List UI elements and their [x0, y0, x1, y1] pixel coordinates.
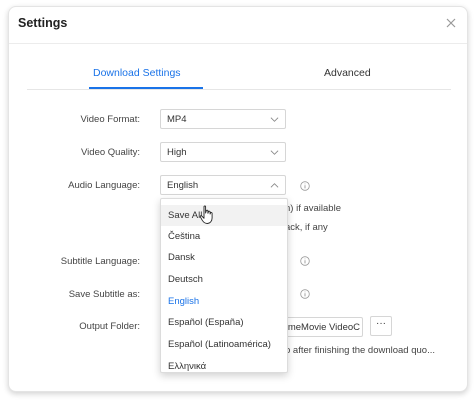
- chevron-up-icon: [270, 183, 279, 188]
- info-icon[interactable]: [300, 289, 310, 299]
- output-folder-label: Output Folder:: [79, 321, 140, 332]
- option-dansk[interactable]: Dansk: [161, 247, 287, 268]
- close-icon[interactable]: [443, 15, 459, 31]
- browse-button[interactable]: ···: [370, 316, 392, 336]
- titlebar: Settings: [9, 7, 467, 44]
- video-quality-label: Video Quality:: [81, 147, 140, 158]
- option-english[interactable]: English: [161, 291, 287, 312]
- after-download-text: p after finishing the download quo...: [285, 345, 435, 356]
- option-ellinika[interactable]: Ελληνικά: [161, 356, 287, 372]
- tab-bar: Download Settings Advanced: [27, 59, 451, 90]
- hand-cursor-icon: [199, 205, 213, 224]
- video-format-value: MP4: [167, 114, 187, 125]
- output-folder-input[interactable]: meMovie VideoC: [283, 317, 363, 337]
- option-save-all[interactable]: Save All: [161, 205, 287, 226]
- audio-language-label: Audio Language:: [68, 180, 140, 191]
- video-format-label: Video Format:: [80, 114, 141, 125]
- option-espanol-espana[interactable]: Español (España): [161, 312, 287, 333]
- info-icon[interactable]: [300, 256, 310, 266]
- audio-language-dropdown: Save All Čeština Dansk Deutsch English E…: [160, 198, 288, 373]
- tab-download-settings[interactable]: Download Settings: [93, 67, 181, 79]
- audio-language-value: English: [167, 180, 199, 191]
- option-deutsch[interactable]: Deutsch: [161, 269, 287, 290]
- subtitle-language-label: Subtitle Language:: [60, 256, 140, 267]
- video-quality-select[interactable]: High: [160, 142, 286, 162]
- info-icon[interactable]: [300, 181, 310, 191]
- dialog-title: Settings: [18, 16, 68, 30]
- option-cestina[interactable]: Čeština: [161, 226, 287, 247]
- audio-option-text-2: ack, if any: [285, 222, 328, 233]
- audio-language-select[interactable]: English: [160, 175, 286, 195]
- active-tab-indicator: [89, 87, 203, 89]
- tab-advanced[interactable]: Advanced: [324, 67, 371, 79]
- video-format-select[interactable]: MP4: [160, 109, 286, 129]
- chevron-down-icon: [270, 117, 279, 122]
- output-folder-path: meMovie VideoC: [287, 322, 360, 333]
- audio-option-text-1: n) if available: [285, 203, 341, 214]
- chevron-down-icon: [270, 150, 279, 155]
- save-subtitle-as-label: Save Subtitle as:: [68, 289, 140, 300]
- video-quality-value: High: [167, 147, 187, 158]
- option-espanol-latinoamerica[interactable]: Español (Latinoamérica): [161, 334, 287, 355]
